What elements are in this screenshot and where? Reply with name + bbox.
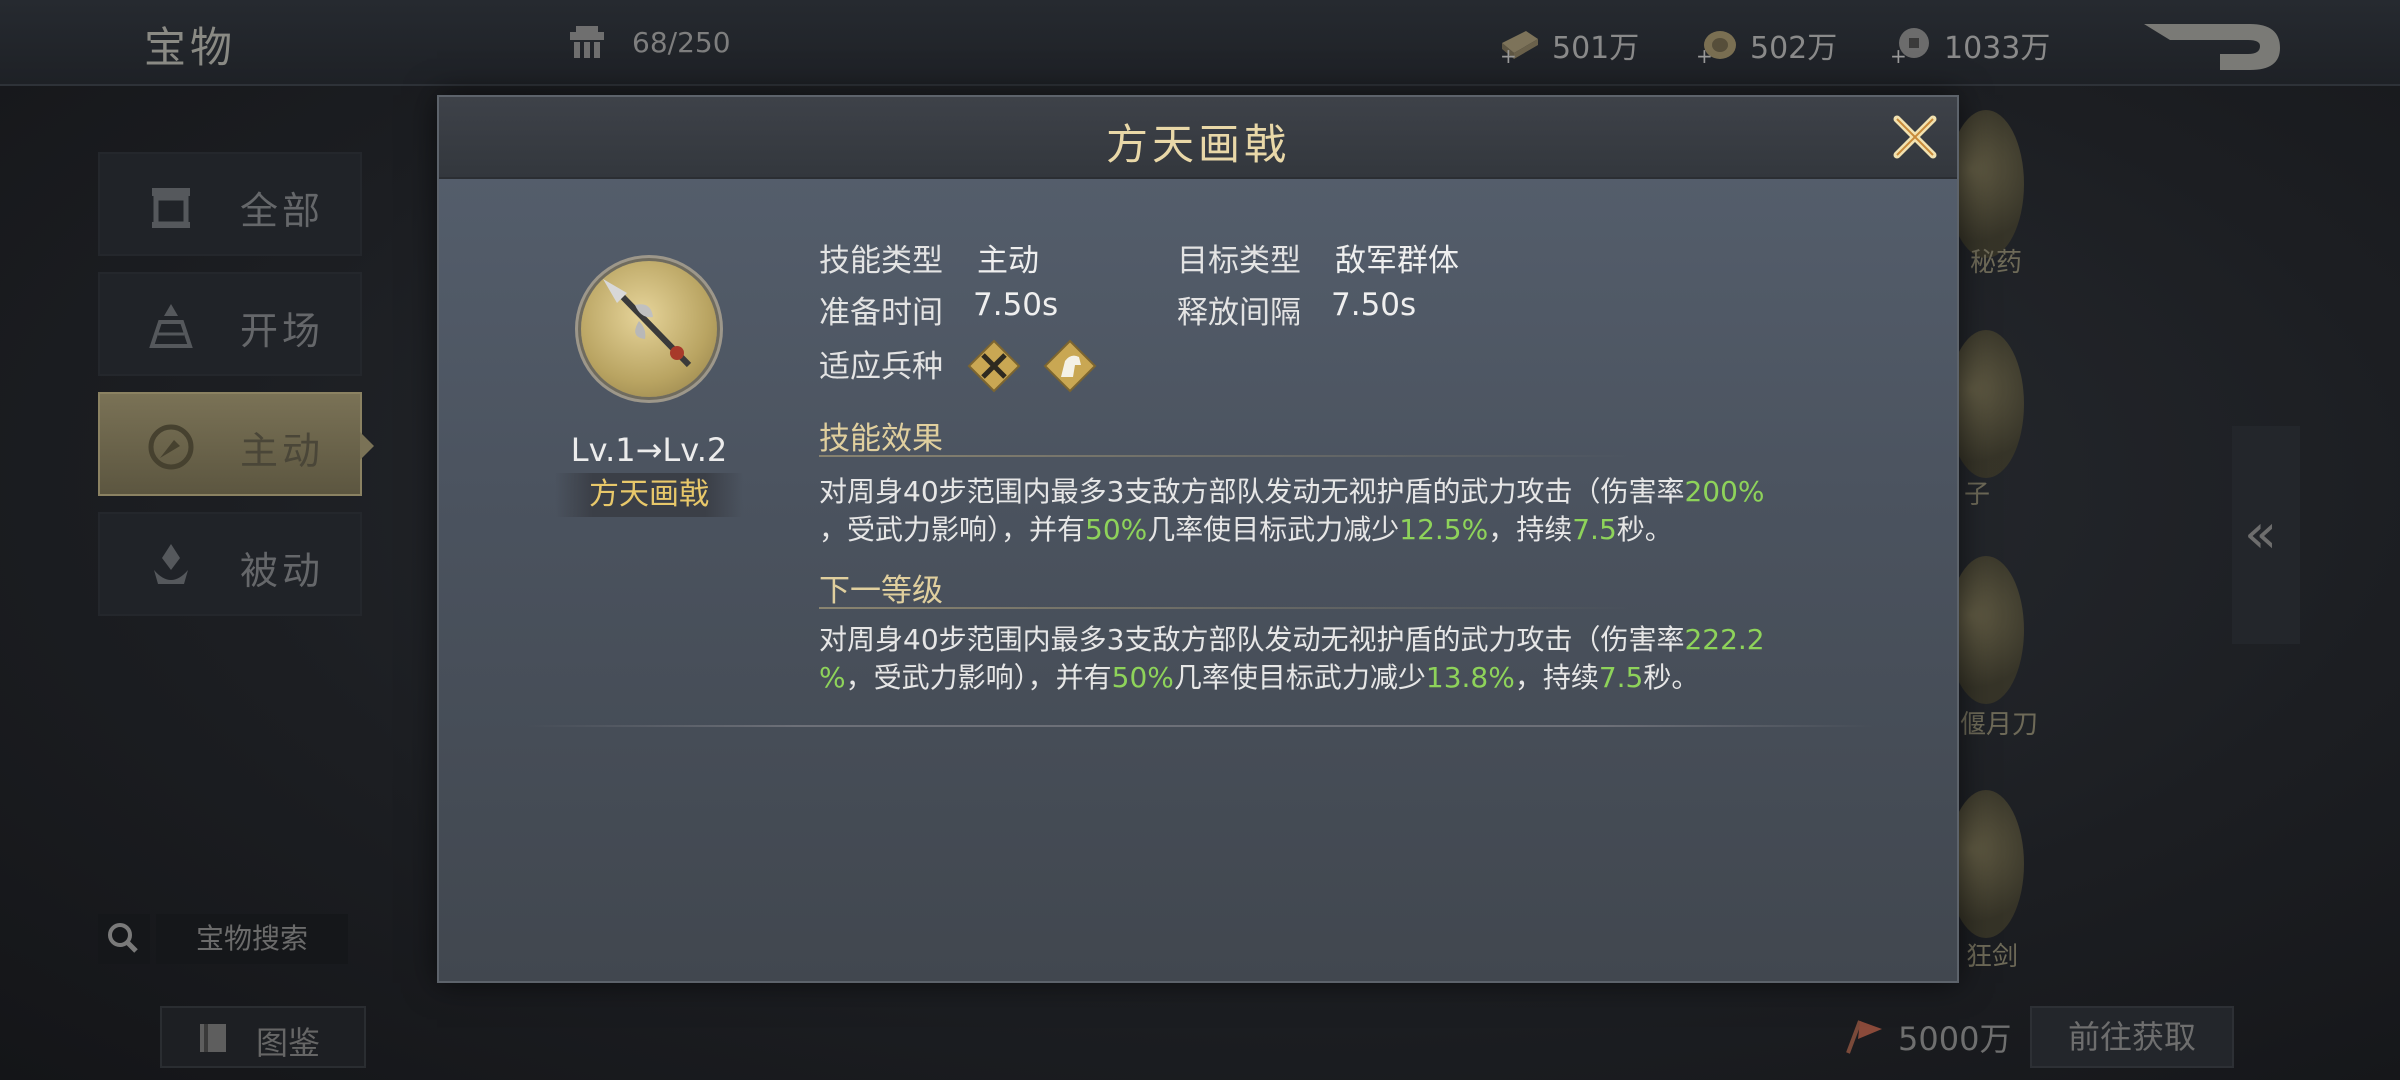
copper-coin-plus-icon: + [1890,28,1929,65]
crossed-swords-icon [967,339,1021,393]
halberd-icon [603,279,692,368]
effect-text: ，持续 [1488,513,1573,546]
search-icon [108,923,138,953]
next-level-title: 下一等级 [819,573,943,609]
page-title: 宝物 [144,23,237,72]
next-value: 222.2 [1684,623,1765,656]
capacity-icon [570,26,604,58]
list-item-label: 偃月刀 [1960,710,2039,740]
next-text: 几率使目标武力减少 [1173,661,1426,694]
svg-text:+: + [1500,44,1517,65]
effect-title: 技能效果 [819,421,943,457]
effect-description: 对周身40步范围内最多3支敌方部队发动无视护盾的武力攻击（伤害率200% ，受武… [819,473,1839,549]
list-item[interactable] [1948,556,2024,704]
resource-gold[interactable]: + 501万 [1496,24,1639,66]
tab-active-label: 主动 [240,429,325,473]
list-item[interactable] [1948,330,2024,478]
skill-type-value: 主动 [977,243,1039,279]
gold-bar-plus-icon: + [1500,31,1538,65]
treasure-detail-modal: 方天画戟 Lv.1→Lv.2 方天画戟 技能类型 主动 目标类型 敌军群体 准备… [437,95,1959,983]
modal-header: 方天画戟 [439,97,1957,179]
next-value: 50% [1111,661,1174,694]
effect-value: 200% [1684,475,1765,508]
effect-text: 秒。 [1616,513,1673,546]
active-category-icon [148,424,194,470]
list-item-label: 子 [1964,480,1991,510]
skill-type-label: 技能类型 [819,243,943,279]
double-chevron-left-icon: « [2244,502,2278,565]
flag-currency-icon [1846,1020,1882,1054]
list-item[interactable] [1948,110,2024,258]
coin-bag-plus-icon: + [1696,31,1736,65]
svg-text:+: + [1696,44,1713,65]
back-button[interactable] [2140,18,2286,74]
tab-passive[interactable]: 被动 [98,512,362,616]
svg-text:+: + [1890,44,1907,65]
top-bar: 宝物 68/250 + 501万 + 502万 + 1033万 [0,0,2400,86]
effect-text: 几率使目标武力减少 [1147,513,1400,546]
level-change: Lv.1→Lv.2 [570,431,728,469]
resource-coinbag[interactable]: + 502万 [1694,24,1837,66]
horse-head-icon [1043,339,1097,393]
modal-divider [527,725,1873,727]
resource-copper[interactable]: + 1033万 [1888,24,2050,66]
effect-title-underline [819,455,1631,457]
treasure-portrait [581,261,717,397]
resource-coinbag-value: 502万 [1750,31,1838,66]
effect-value: 12.5% [1399,513,1489,546]
prep-time-label: 准备时间 [819,295,943,331]
interval-label: 释放间隔 [1177,295,1301,331]
codex-button[interactable]: 图鉴 [160,1006,366,1068]
treasure-search-input[interactable]: 宝物搜索 [156,914,348,964]
tab-opening[interactable]: 开场 [98,272,362,376]
passive-category-icon [154,544,188,584]
prep-time-value: 7.50s [973,287,1059,323]
book-icon [200,1024,226,1052]
opening-category-icon [149,304,193,348]
effect-text: 对周身40步范围内最多3支敌方部队发动无视护盾的武力攻击（伤害率 [819,475,1685,508]
effect-text: ，受武力影响），并有 [819,513,1086,546]
tab-opening-label: 开场 [240,309,325,353]
list-item-label: 秘药 [1970,248,2023,278]
next-value: 13.8% [1425,661,1515,694]
next-text: 对周身40步范围内最多3支敌方部队发动无视护盾的武力攻击（伤害率 [819,623,1685,656]
collapse-panel-button[interactable]: « [2232,426,2300,644]
bottom-cost-value: 5000万 [1898,1020,2012,1058]
modal-title: 方天画戟 [1105,120,1290,169]
effect-value: 50% [1085,513,1148,546]
next-value: 7.5 [1598,661,1644,694]
item-name: 方天画戟 [555,473,743,517]
resource-gold-value: 501万 [1552,31,1640,66]
next-text: 秒。 [1643,661,1700,694]
next-text: ，受武力影响），并有 [845,661,1112,694]
list-item[interactable] [1948,790,2024,938]
tab-all-label: 全部 [240,189,325,233]
close-button[interactable] [1887,109,1943,165]
tab-passive-label: 被动 [240,549,325,593]
next-level-description: 对周身40步范围内最多3支敌方部队发动无视护盾的武力攻击（伤害率222.2 %，… [819,621,1839,697]
next-text: ，持续 [1514,661,1599,694]
search-button[interactable] [98,914,150,964]
next-level-title-underline [819,607,1631,609]
all-category-icon [152,188,190,228]
units-label: 适应兵种 [819,349,943,385]
tab-active[interactable]: 主动 [98,392,374,496]
next-value: % [819,661,846,694]
resource-copper-value: 1033万 [1944,31,2051,66]
interval-value: 7.50s [1331,287,1417,323]
codex-label: 图鉴 [256,1024,321,1062]
capacity-count: 68/250 [632,26,731,59]
effect-value: 7.5 [1572,513,1617,546]
target-type-value: 敌军群体 [1335,243,1459,279]
tab-all[interactable]: 全部 [98,152,362,256]
goto-acquire-button[interactable]: 前往获取 [2030,1006,2234,1068]
bottom-cost: 5000万 [1840,1014,2011,1060]
close-icon [1893,115,1937,159]
list-item-label: 狂剑 [1966,942,2019,972]
target-type-label: 目标类型 [1177,243,1301,279]
